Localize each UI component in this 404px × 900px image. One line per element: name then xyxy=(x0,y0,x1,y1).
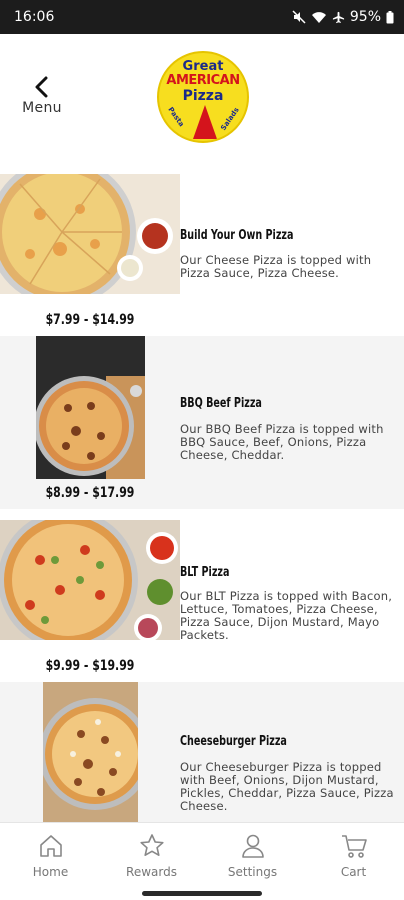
logo-text-great: Great xyxy=(182,59,224,74)
mute-icon xyxy=(292,10,306,24)
bottom-navigation: Home Rewards Settings Cart xyxy=(0,822,404,886)
chevron-left-icon xyxy=(35,76,48,98)
item-description: Our Cheese Pizza is topped with Pizza Sa… xyxy=(180,253,372,280)
item-name: BLT Pizza xyxy=(180,565,230,580)
wifi-icon xyxy=(311,12,326,23)
gesture-bar xyxy=(0,886,404,900)
status-time: 16:06 xyxy=(14,9,55,25)
nav-home[interactable]: Home xyxy=(0,823,101,886)
logo-text-salads: Salads xyxy=(219,106,241,132)
brand-logo: Great AMERICAN Pizza Pasta Salads xyxy=(157,51,249,143)
menu-item[interactable]: BLT Pizza Our BLT Pizza is topped with B… xyxy=(0,509,404,682)
pizza-image xyxy=(0,520,180,640)
menu-list: Build Your Own Pizza Our Cheese Pizza is… xyxy=(0,160,404,822)
item-name: BBQ Beef Pizza xyxy=(180,396,262,411)
item-description: Our BBQ Beef Pizza is topped with BBQ Sa… xyxy=(180,422,384,462)
back-menu-button[interactable]: Menu xyxy=(16,76,68,126)
star-icon xyxy=(139,834,164,856)
menu-item[interactable]: BBQ Beef Pizza Our BBQ Beef Pizza is top… xyxy=(0,336,404,509)
user-icon xyxy=(241,834,264,858)
pizza-image xyxy=(43,682,138,822)
item-name: Build Your Own Pizza xyxy=(180,228,294,243)
item-price: $9.99 - $19.99 xyxy=(45,658,135,674)
logo-text-american: AMERICAN xyxy=(166,73,240,88)
airplane-icon xyxy=(332,11,344,23)
item-price: $7.99 - $14.99 xyxy=(45,312,135,328)
home-icon xyxy=(39,835,62,857)
nav-cart[interactable]: Cart xyxy=(303,823,404,886)
gesture-handle[interactable] xyxy=(142,891,262,896)
nav-settings[interactable]: Settings xyxy=(202,823,303,886)
battery-icon xyxy=(386,10,394,23)
cart-icon xyxy=(341,835,367,858)
pizza-image xyxy=(36,336,145,479)
status-icons: 95% xyxy=(292,9,394,25)
nav-rewards[interactable]: Rewards xyxy=(101,823,202,886)
item-price: $8.99 - $17.99 xyxy=(45,485,135,501)
nav-cart-label: Cart xyxy=(340,865,367,879)
header: Menu Great AMERICAN Pizza Pasta Salads xyxy=(0,34,404,160)
status-bar: 16:06 95% xyxy=(0,0,404,34)
item-description: Our Cheeseburger Pizza is topped with Be… xyxy=(180,760,394,813)
item-description: Our BLT Pizza is topped with Bacon, Lett… xyxy=(180,589,393,642)
nav-settings-label: Settings xyxy=(227,865,278,879)
battery-percent: 95% xyxy=(349,9,381,25)
logo-text-pizza: Pizza xyxy=(182,88,224,104)
item-name: Cheeseburger Pizza xyxy=(180,734,287,749)
nav-rewards-label: Rewards xyxy=(126,865,177,879)
logo-text-pasta: Pasta xyxy=(166,105,186,129)
menu-item[interactable]: Build Your Own Pizza Our Cheese Pizza is… xyxy=(0,160,404,336)
pizza-image xyxy=(0,174,180,294)
back-menu-label: Menu xyxy=(22,100,62,116)
nav-home-label: Home xyxy=(32,865,69,879)
menu-item[interactable]: Cheeseburger Pizza Our Cheeseburger Pizz… xyxy=(0,682,404,822)
pizza-slice-icon xyxy=(193,105,217,139)
